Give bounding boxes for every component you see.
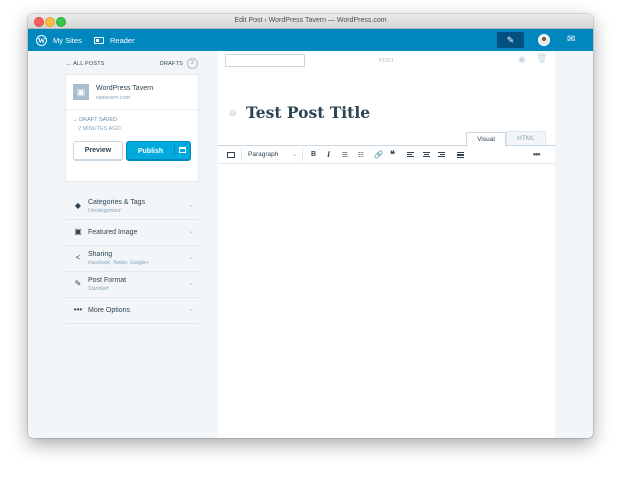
post-editor: POST ◉ 🗑 ⊖ Test Post Title Visual HTML P… (218, 51, 555, 438)
share-icon: < (75, 253, 81, 262)
chevron-down-icon: ⌄ (73, 117, 78, 123)
drafts-label: DRAFTS (159, 60, 183, 67)
paragraph-format-select[interactable]: Paragraph (248, 146, 278, 163)
site-url: wptavern.com (96, 95, 131, 101)
drafts-count-badge: 2 (187, 58, 198, 69)
toolbar-divider (302, 148, 303, 161)
bold-button[interactable]: B (311, 146, 316, 163)
app-window: Edit Post ‹ WordPress Tavern — WordPress… (28, 14, 593, 438)
accordion-subtitle: Standard (88, 286, 109, 292)
card-divider (66, 109, 198, 110)
chevron-down-icon: ⌄ (188, 280, 194, 287)
drafts-button[interactable]: DRAFTS 2 (160, 58, 198, 69)
wordpress-logo-icon: W (36, 34, 47, 46)
write-post-button[interactable]: ✎ (497, 32, 524, 48)
editor-sidebar: ← ALL POSTS DRAFTS 2 ▣ WordPress Tavern … (28, 51, 218, 438)
accordion-sharing[interactable]: < Sharing Facebook, Twitter, Google+ ⌄ (66, 246, 198, 272)
ellipsis-icon: ••• (73, 305, 83, 314)
post-title-input[interactable]: Test Post Title (246, 103, 370, 122)
avatar[interactable] (538, 34, 550, 46)
sidebar-header: ← ALL POSTS DRAFTS 2 (66, 58, 198, 70)
slug-input[interactable] (225, 54, 305, 67)
chevron-down-icon[interactable]: ⌄ (292, 146, 297, 163)
accordion-subtitle: Uncategorized (88, 208, 121, 214)
accordion-more-options[interactable]: ••• More Options ⌄ (66, 298, 198, 324)
eye-icon[interactable]: ◉ (518, 55, 526, 64)
media-icon (227, 151, 235, 158)
accordion-featured-image[interactable]: ▣ Featured Image ⌄ (66, 220, 198, 246)
publish-divider (174, 145, 175, 156)
trash-icon[interactable]: 🗑 (536, 54, 547, 63)
accordion-post-format[interactable]: ✎ Post Format Standard ⌄ (66, 272, 198, 298)
publish-button[interactable]: Publish (126, 141, 191, 161)
tag-icon: ◆ (74, 201, 82, 210)
my-sites-link[interactable]: W My Sites (36, 29, 82, 51)
toolbar-more-icon[interactable]: ••• (533, 146, 540, 163)
align-center-icon[interactable] (423, 146, 430, 163)
site-blavatar-icon: ▣ (73, 84, 89, 100)
align-left-icon[interactable] (407, 146, 414, 163)
accordion-title: Categories & Tags (88, 199, 146, 206)
read-more-icon[interactable] (457, 146, 464, 163)
publish-label: Publish (137, 147, 164, 155)
bulleted-list-icon[interactable]: ☰ (342, 146, 348, 163)
numbered-list-icon[interactable]: ☷ (358, 146, 364, 163)
post-status: DRAFT SAVED (79, 117, 118, 123)
editor-toolbar: Paragraph ⌄ B I ☰ ☷ 🔗 ❝ ••• (218, 145, 555, 164)
tab-visual[interactable]: Visual (466, 132, 506, 146)
accordion-categories-tags[interactable]: ◆ Categories & Tags Uncategorized ⌄ (66, 194, 198, 220)
chevron-down-icon: ⌄ (188, 306, 194, 313)
chevron-down-icon: ⌄ (188, 254, 194, 261)
accordion-subtitle: Facebook, Twitter, Google+ (88, 260, 149, 266)
add-media-button[interactable] (227, 146, 235, 163)
site-card: ▣ WordPress Tavern wptavern.com ⌄ DRAFT … (66, 75, 198, 181)
accordion-title: Post Format (88, 277, 127, 284)
site-name: WordPress Tavern (96, 85, 154, 92)
all-posts-link[interactable]: ← ALL POSTS (66, 61, 105, 67)
insert-link-icon[interactable]: 🔗 (374, 146, 383, 163)
window-title: Edit Post ‹ WordPress Tavern — WordPress… (234, 17, 387, 24)
align-right-icon[interactable] (438, 146, 445, 163)
my-sites-label: My Sites (53, 35, 82, 45)
reader-icon (94, 36, 104, 44)
post-format-icon: ✎ (74, 279, 82, 288)
chevron-down-icon: ⌄ (188, 228, 194, 235)
notifications-icon[interactable]: ✉ (567, 34, 575, 46)
post-content-area[interactable] (218, 163, 555, 438)
preview-button[interactable]: Preview (73, 141, 123, 161)
reader-link[interactable]: Reader (94, 29, 135, 51)
saved-time: 2 MINUTES AGO (78, 126, 121, 132)
blockquote-icon[interactable]: ❝ (390, 146, 395, 163)
reader-label: Reader (110, 35, 135, 45)
pencil-icon: ✎ (506, 34, 515, 45)
post-type-label: POST (379, 58, 394, 64)
calendar-icon[interactable] (179, 147, 186, 153)
italic-button[interactable]: I (327, 146, 330, 163)
image-icon: ▣ (74, 227, 82, 236)
post-status-toggle[interactable]: ⌄ DRAFT SAVED (73, 117, 117, 123)
accordion-title: Sharing (88, 251, 113, 258)
tab-html[interactable]: HTML (506, 131, 546, 145)
link-icon[interactable]: ⊖ (229, 109, 237, 118)
accordion-title: Featured Image (88, 229, 138, 236)
chevron-down-icon: ⌄ (188, 202, 194, 209)
masterbar: W My Sites Reader ✎ ✉ (28, 29, 593, 51)
toolbar-divider (241, 148, 242, 161)
title-bar: Edit Post ‹ WordPress Tavern — WordPress… (28, 14, 593, 29)
accordion-title: More Options (88, 307, 131, 314)
